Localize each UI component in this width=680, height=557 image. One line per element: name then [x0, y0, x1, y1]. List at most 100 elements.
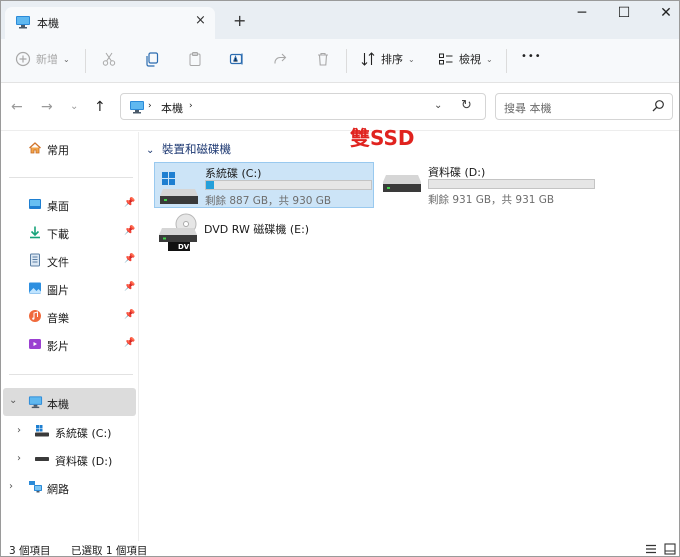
- new-tab-button[interactable]: +: [233, 11, 246, 30]
- drive-tile-c[interactable]: 系統碟 (C:) 剩餘 887 GB，共 930 GB: [154, 162, 374, 208]
- breadcrumb-separator-icon[interactable]: ›: [148, 101, 152, 111]
- tab-title: 本機: [37, 17, 59, 30]
- drive-name: 資料碟 (D:): [428, 166, 486, 179]
- close-window-button[interactable]: ✕: [651, 5, 679, 25]
- breadcrumb-this-pc[interactable]: 本機: [161, 100, 183, 116]
- new-button[interactable]: 新增 ⌄: [15, 51, 70, 67]
- nav-item-documents[interactable]: 文件 📌: [1, 246, 137, 274]
- maximize-button[interactable]: ☐: [609, 5, 639, 25]
- desktop-folder-icon: [28, 197, 42, 211]
- details-view-icon[interactable]: [645, 543, 657, 556]
- plus-circle-icon: [15, 51, 31, 67]
- videos-folder-icon: [28, 337, 42, 351]
- back-arrow-icon[interactable]: ←: [11, 99, 23, 115]
- nav-item-desktop[interactable]: 桌面 📌: [1, 190, 137, 218]
- nav-item-drive-d[interactable]: › 資料碟 (D:): [1, 445, 137, 473]
- pin-icon[interactable]: 📌: [124, 310, 135, 320]
- drive-free-space: 剩餘 931 GB，共 931 GB: [428, 194, 555, 206]
- nav-item-music[interactable]: 音樂 📌: [1, 302, 137, 330]
- drive-free-space: 剩餘 887 GB，共 930 GB: [205, 195, 332, 207]
- pictures-folder-icon: [28, 281, 42, 295]
- new-button-label: 新增: [36, 53, 58, 66]
- monitor-icon: [129, 100, 145, 117]
- system-drive-icon: [34, 424, 49, 438]
- nav-item-videos[interactable]: 影片 📌: [1, 330, 137, 358]
- copy-icon: [146, 52, 159, 67]
- paste-button[interactable]: [187, 51, 203, 67]
- recent-locations-chevron-icon[interactable]: ⌄: [70, 101, 78, 112]
- tiles-view-icon[interactable]: [664, 543, 676, 556]
- toolbar-divider: [85, 49, 86, 73]
- address-row: ← → ⌄ ↑ › 本機 › ⌄ ↻ 搜尋 本機: [1, 83, 679, 131]
- copy-button[interactable]: [144, 51, 160, 67]
- share-button[interactable]: [272, 51, 288, 67]
- chevron-right-icon[interactable]: ›: [9, 481, 13, 492]
- search-icon[interactable]: [651, 99, 665, 116]
- sort-button[interactable]: 排序 ⌄: [360, 51, 415, 67]
- nav-item-label: 影片: [47, 340, 69, 353]
- breadcrumb-separator-icon[interactable]: ›: [189, 101, 193, 111]
- navigation-pane: 常用 桌面 📌 下載 📌 文件 📌 圖片 📌 音樂 📌 影片 📌 ⌄ 本機 › …: [1, 132, 139, 541]
- nav-divider: [9, 177, 133, 178]
- data-drive-icon: [34, 452, 49, 466]
- drive-name: DVD RW 磁碟機 (E:): [204, 223, 310, 236]
- pin-icon[interactable]: 📌: [124, 338, 135, 348]
- home-icon: [28, 141, 42, 155]
- scissors-icon: [102, 52, 116, 66]
- drive-name: 系統碟 (C:): [205, 167, 262, 180]
- chevron-down-icon[interactable]: ⌄: [9, 395, 17, 406]
- nav-item-this-pc[interactable]: ⌄ 本機: [3, 388, 136, 416]
- nav-item-label: 常用: [47, 144, 69, 157]
- chevron-right-icon[interactable]: ›: [17, 453, 21, 464]
- close-tab-button[interactable]: ×: [195, 13, 206, 28]
- drive-tile-e[interactable]: DVD DVD RW 磁碟機 (E:): [154, 213, 374, 262]
- up-arrow-icon[interactable]: ↑: [94, 99, 106, 115]
- nav-item-network[interactable]: › 網路: [1, 473, 137, 501]
- view-list-icon: [439, 53, 453, 65]
- selection-count: 已選取 1 個項目: [71, 545, 148, 557]
- nav-item-label: 文件: [47, 256, 69, 269]
- rename-button[interactable]: [229, 51, 245, 67]
- file-explorer-window: 本機 × + ─ ☐ ✕ 新增 ⌄ 排序 ⌄ 檢視 ⌄ ••• ← → ⌄ ↑ …: [0, 0, 680, 557]
- pin-icon[interactable]: 📌: [124, 198, 135, 208]
- annotation-text: 雙SSD: [350, 126, 416, 151]
- drive-tile-d[interactable]: 資料碟 (D:) 剩餘 931 GB，共 931 GB: [378, 162, 608, 208]
- nav-item-downloads[interactable]: 下載 📌: [1, 218, 137, 246]
- view-button[interactable]: 檢視 ⌄: [438, 51, 493, 67]
- nav-item-label: 下載: [47, 228, 69, 241]
- nav-item-pictures[interactable]: 圖片 📌: [1, 274, 137, 302]
- address-history-chevron-icon[interactable]: ⌄: [434, 100, 442, 111]
- more-options-button[interactable]: •••: [521, 51, 542, 62]
- pin-icon[interactable]: 📌: [124, 282, 135, 292]
- share-icon: [274, 53, 287, 64]
- chevron-right-icon[interactable]: ›: [17, 425, 21, 436]
- view-label: 檢視: [459, 53, 481, 66]
- sort-label: 排序: [381, 53, 403, 66]
- download-folder-icon: [28, 225, 42, 239]
- nav-item-label: 資料碟 (D:): [55, 455, 113, 468]
- refresh-icon[interactable]: ↻: [461, 98, 472, 113]
- sort-icon: [361, 52, 375, 66]
- pin-icon[interactable]: 📌: [124, 226, 135, 236]
- pin-icon[interactable]: 📌: [124, 254, 135, 264]
- content-area: ⌄ 裝置和磁碟機 雙SSD 系統碟 (C:) 剩餘 887 GB，共 930 G…: [140, 126, 679, 541]
- forward-arrow-icon[interactable]: →: [41, 99, 53, 115]
- nav-item-label: 圖片: [47, 284, 69, 297]
- tab-this-pc[interactable]: 本機 ×: [5, 7, 215, 39]
- search-box[interactable]: 搜尋 本機: [495, 93, 673, 120]
- group-header-devices[interactable]: ⌄ 裝置和磁碟機: [146, 141, 231, 157]
- drive-usage-fill: [206, 181, 214, 189]
- address-bar[interactable]: › 本機 › ⌄ ↻: [120, 93, 486, 120]
- nav-item-label: 本機: [47, 398, 69, 411]
- nav-item-drive-c[interactable]: › 系統碟 (C:): [1, 417, 137, 445]
- nav-item-label: 系統碟 (C:): [55, 427, 112, 440]
- nav-item-label: 桌面: [47, 200, 69, 213]
- search-placeholder: 搜尋 本機: [504, 102, 552, 115]
- nav-item-quick-access[interactable]: 常用: [1, 134, 137, 162]
- delete-button[interactable]: [315, 51, 331, 67]
- monitor-icon: [15, 15, 31, 32]
- cut-button[interactable]: [101, 51, 117, 67]
- minimize-button[interactable]: ─: [567, 5, 597, 25]
- group-header-label: 裝置和磁碟機: [162, 142, 232, 156]
- title-bar: 本機 × + ─ ☐ ✕: [1, 1, 679, 39]
